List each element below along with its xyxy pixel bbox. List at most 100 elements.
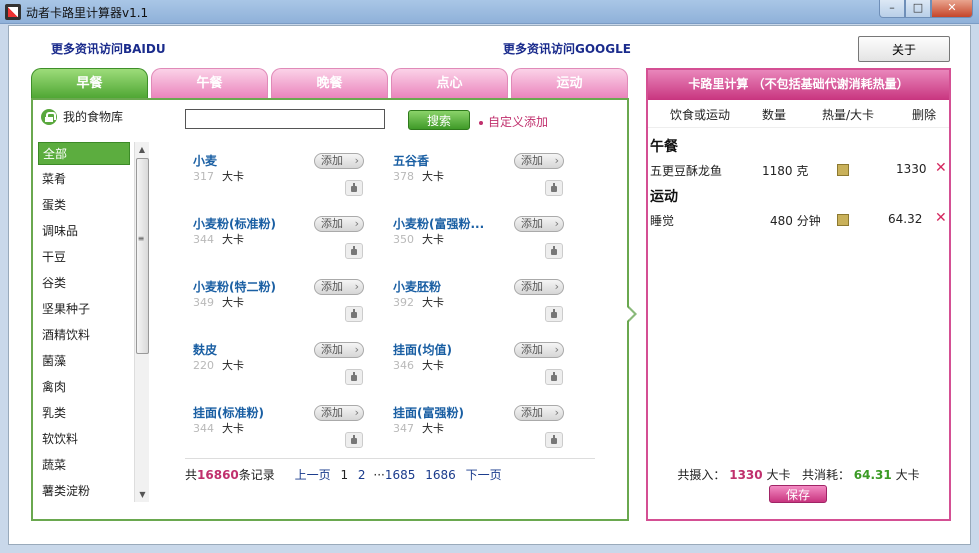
food-calories: 344 大卡 <box>193 420 244 436</box>
tab-snack[interactable]: 点心 <box>391 68 508 100</box>
thumb-up-icon[interactable] <box>345 432 363 448</box>
thumb-up-icon[interactable] <box>345 180 363 196</box>
about-button[interactable]: 关于 <box>858 36 950 62</box>
add-button[interactable]: 添加 <box>314 216 364 232</box>
food-name[interactable]: 挂面(标准粉) <box>193 404 264 421</box>
save-button[interactable]: 保存 <box>769 485 827 503</box>
add-button[interactable]: 添加 <box>514 279 564 295</box>
food-name[interactable]: 挂面(富强粉) <box>393 404 464 421</box>
food-name[interactable]: 五谷香 <box>393 152 429 169</box>
category-item[interactable]: 禽肉 <box>38 376 130 402</box>
add-button[interactable]: 添加 <box>514 216 564 232</box>
entry-name: 五更豆酥龙鱼 <box>650 164 723 178</box>
thumb-up-icon[interactable] <box>545 180 563 196</box>
category-item[interactable]: 酒精饮料 <box>38 324 130 350</box>
custom-add-label: 自定义添加 <box>488 115 549 129</box>
edit-icon[interactable] <box>837 164 849 176</box>
tab-exercise[interactable]: 运动 <box>511 68 628 100</box>
record-suffix: 条记录 <box>238 468 275 482</box>
section-exercise: 运动 <box>650 189 678 205</box>
food-name[interactable]: 小麦粉(标准粉) <box>193 215 276 232</box>
burn-unit: 大卡 <box>895 468 920 482</box>
thumb-up-icon[interactable] <box>545 306 563 322</box>
calorie-value: 346 <box>393 359 414 372</box>
record-count: 16860 <box>197 468 239 482</box>
prev-page-link[interactable]: 上一页 <box>295 468 331 482</box>
page-link-2[interactable]: 2 <box>358 468 366 482</box>
col-heat: 热量/大卡 <box>822 108 875 122</box>
google-link[interactable]: 更多资讯访问GOOGLE <box>503 40 631 57</box>
maximize-button[interactable]: □ <box>905 0 931 18</box>
burn-value: 64.31 <box>853 468 892 482</box>
calorie-value: 350 <box>393 233 414 246</box>
category-item[interactable]: 乳类 <box>38 402 130 428</box>
category-item[interactable]: 菜肴 <box>38 168 130 194</box>
food-item: 小麦 317 大卡 添加 <box>193 152 393 212</box>
pager-divider <box>185 458 595 459</box>
thumb-up-icon[interactable] <box>345 369 363 385</box>
thumb-up-icon[interactable] <box>345 243 363 259</box>
food-calories: 350 大卡 <box>393 231 444 247</box>
category-item[interactable]: 蛋类 <box>38 194 130 220</box>
tab-dinner[interactable]: 晚餐 <box>271 68 388 100</box>
add-button[interactable]: 添加 <box>514 153 564 169</box>
calculator-column-headers: 饮食或运动 数量 热量/大卡 删除 <box>648 102 949 128</box>
page-link-1685[interactable]: 1685 <box>385 468 416 482</box>
category-item[interactable]: 坚果种子 <box>38 298 130 324</box>
category-item[interactable]: 薯类淀粉 <box>38 480 130 502</box>
calorie-value: 344 <box>193 233 214 246</box>
food-calories: 220 大卡 <box>193 357 244 373</box>
minimize-button[interactable]: – <box>879 0 905 18</box>
thumb-up-icon[interactable] <box>545 432 563 448</box>
search-input[interactable] <box>185 109 385 129</box>
category-item[interactable]: 调味品 <box>38 220 130 246</box>
add-button[interactable]: 添加 <box>314 153 364 169</box>
add-button[interactable]: 添加 <box>314 405 364 421</box>
scroll-thumb[interactable] <box>136 158 149 354</box>
add-button[interactable]: 添加 <box>514 405 564 421</box>
my-food-library[interactable]: 我的食物库 <box>41 108 123 125</box>
food-calories: 317 大卡 <box>193 168 244 184</box>
calorie-unit: 大卡 <box>222 359 244 372</box>
close-button[interactable]: ✕ <box>931 0 973 18</box>
scroll-down-icon[interactable]: ▼ <box>135 487 150 502</box>
thumb-up-icon[interactable] <box>545 369 563 385</box>
tab-breakfast[interactable]: 早餐 <box>31 68 148 100</box>
category-item[interactable]: 菌藻 <box>38 350 130 376</box>
custom-add-link[interactable]: 自定义添加 <box>479 113 548 130</box>
category-item[interactable]: 谷类 <box>38 272 130 298</box>
tab-lunch[interactable]: 午餐 <box>151 68 268 100</box>
edit-icon[interactable] <box>837 214 849 226</box>
food-name[interactable]: 小麦粉(富强粉... <box>393 215 484 232</box>
page-link-1686[interactable]: 1686 <box>425 468 456 482</box>
add-button[interactable]: 添加 <box>514 342 564 358</box>
next-page-link[interactable]: 下一页 <box>466 468 502 482</box>
food-calories: 346 大卡 <box>393 357 444 373</box>
calorie-unit: 大卡 <box>422 170 444 183</box>
food-name[interactable]: 小麦胚粉 <box>393 278 441 295</box>
add-button[interactable]: 添加 <box>314 279 364 295</box>
category-item[interactable]: 干豆 <box>38 246 130 272</box>
totals-summary: 共摄入： 1330 大卡 共消耗： 64.31 大卡 <box>648 466 949 483</box>
category-item[interactable]: 蔬菜 <box>38 454 130 480</box>
add-button[interactable]: 添加 <box>314 342 364 358</box>
page-link-1[interactable]: 1 <box>340 468 348 482</box>
category-item[interactable]: 软饮料 <box>38 428 130 454</box>
food-name[interactable]: 小麦粉(特二粉) <box>193 278 276 295</box>
category-scrollbar[interactable]: ▲ ≡ ▼ <box>134 142 149 502</box>
calorie-value: 378 <box>393 170 414 183</box>
search-button[interactable]: 搜索 <box>408 110 470 130</box>
food-item: 挂面(富强粉) 347 大卡 添加 <box>393 404 593 464</box>
category-item[interactable]: 全部 <box>38 142 130 165</box>
baidu-link[interactable]: 更多资讯访问BAIDU <box>51 40 166 57</box>
food-name[interactable]: 小麦 <box>193 152 217 169</box>
thumb-up-icon[interactable] <box>345 306 363 322</box>
delete-icon[interactable]: ✕ <box>935 160 947 176</box>
food-item: 小麦胚粉 392 大卡 添加 <box>393 278 593 338</box>
food-name[interactable]: 挂面(均值) <box>393 341 452 358</box>
delete-icon[interactable]: ✕ <box>935 210 947 226</box>
scroll-up-icon[interactable]: ▲ <box>135 142 149 157</box>
food-item: 小麦粉(特二粉) 349 大卡 添加 <box>193 278 393 338</box>
food-name[interactable]: 麸皮 <box>193 341 217 358</box>
thumb-up-icon[interactable] <box>545 243 563 259</box>
